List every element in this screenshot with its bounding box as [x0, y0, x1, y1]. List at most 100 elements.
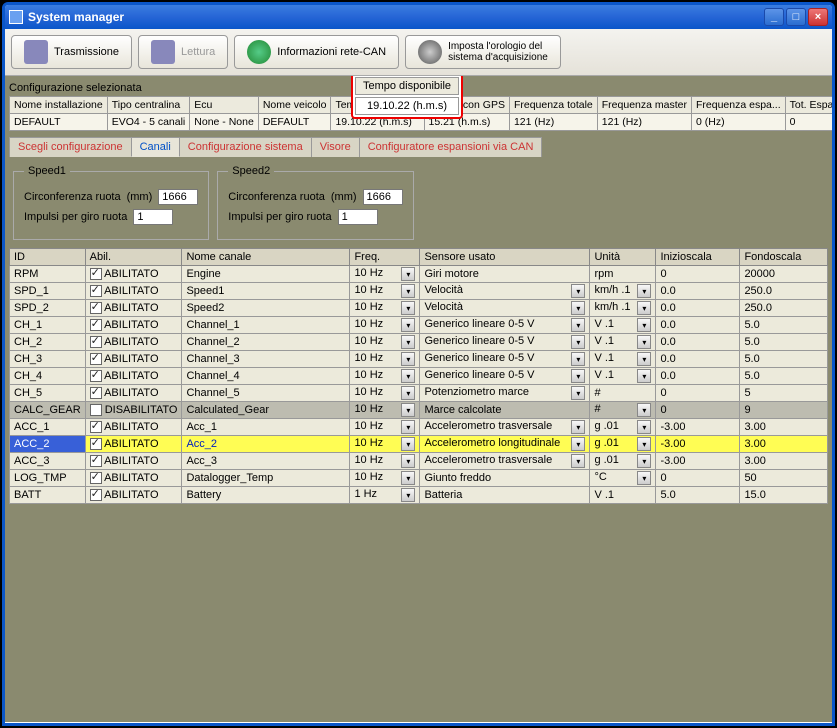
cell-name[interactable]: Channel_1: [182, 317, 350, 334]
dropdown-icon[interactable]: ▾: [571, 420, 585, 434]
cell-sensor[interactable]: Velocità▾: [420, 283, 590, 300]
dropdown-icon[interactable]: ▾: [571, 318, 585, 332]
cell-freq[interactable]: 10 Hz▾: [350, 385, 420, 402]
cell-high[interactable]: 5: [740, 385, 828, 402]
cell-freq[interactable]: 1 Hz▾: [350, 487, 420, 504]
close-button[interactable]: ×: [808, 8, 828, 26]
cell-high[interactable]: 5.0: [740, 317, 828, 334]
cell-enable[interactable]: ABILITATO: [85, 283, 182, 300]
cell-low[interactable]: 0: [656, 470, 740, 487]
grid-header[interactable]: Fondoscala: [740, 249, 828, 266]
minimize-button[interactable]: _: [764, 8, 784, 26]
dropdown-icon[interactable]: ▾: [401, 369, 415, 383]
dropdown-icon[interactable]: ▾: [637, 335, 651, 349]
cell-low[interactable]: 0.0: [656, 334, 740, 351]
cell-name[interactable]: Engine: [182, 266, 350, 283]
cell-sensor[interactable]: Velocità▾: [420, 300, 590, 317]
cell-unit[interactable]: V .1▾: [590, 368, 656, 385]
cell-high[interactable]: 3.00: [740, 419, 828, 436]
cell-enable[interactable]: ABILITATO: [85, 487, 182, 504]
cell-freq[interactable]: 10 Hz▾: [350, 283, 420, 300]
cell-sensor[interactable]: Accelerometro trasversale▾: [420, 419, 590, 436]
cell-enable[interactable]: ABILITATO: [85, 453, 182, 470]
speed1-circ-input[interactable]: [158, 189, 198, 205]
cell-freq[interactable]: 10 Hz▾: [350, 317, 420, 334]
tab-configuratore-espansioni-via-can[interactable]: Configuratore espansioni via CAN: [359, 137, 543, 157]
table-row[interactable]: ACC_2 ABILITATOAcc_210 Hz▾Accelerometro …: [10, 436, 828, 453]
enable-checkbox[interactable]: [90, 302, 102, 314]
cell-enable[interactable]: ABILITATO: [85, 436, 182, 453]
cell-freq[interactable]: 10 Hz▾: [350, 419, 420, 436]
dropdown-icon[interactable]: ▾: [637, 403, 651, 417]
cell-high[interactable]: 5.0: [740, 368, 828, 385]
cell-low[interactable]: -3.00: [656, 453, 740, 470]
dropdown-icon[interactable]: ▾: [401, 267, 415, 281]
dropdown-icon[interactable]: ▾: [637, 301, 651, 315]
cell-unit[interactable]: rpm: [590, 266, 656, 283]
enable-checkbox[interactable]: [90, 438, 102, 450]
cell-high[interactable]: 5.0: [740, 351, 828, 368]
cell-high[interactable]: 20000: [740, 266, 828, 283]
cell-name[interactable]: Speed1: [182, 283, 350, 300]
set-clock-button[interactable]: Imposta l'orologio del sistema d'acquisi…: [405, 35, 561, 69]
cell-low[interactable]: 0.0: [656, 368, 740, 385]
cell-enable[interactable]: ABILITATO: [85, 351, 182, 368]
cell-unit[interactable]: #: [590, 385, 656, 402]
enable-checkbox[interactable]: [90, 319, 102, 331]
cell-id[interactable]: LOG_TMP: [10, 470, 86, 487]
cell-id[interactable]: CH_4: [10, 368, 86, 385]
cell-enable[interactable]: ABILITATO: [85, 419, 182, 436]
cell-sensor[interactable]: Batteria: [420, 487, 590, 504]
cell-freq[interactable]: 10 Hz▾: [350, 470, 420, 487]
dropdown-icon[interactable]: ▾: [401, 386, 415, 400]
tab-visore[interactable]: Visore: [311, 137, 360, 157]
cell-freq[interactable]: 10 Hz▾: [350, 334, 420, 351]
dropdown-icon[interactable]: ▾: [637, 318, 651, 332]
cell-high[interactable]: 50: [740, 470, 828, 487]
cell-unit[interactable]: g .01▾: [590, 453, 656, 470]
cell-id[interactable]: BATT: [10, 487, 86, 504]
cell-enable[interactable]: ABILITATO: [85, 470, 182, 487]
cell-low[interactable]: 0: [656, 402, 740, 419]
can-info-button[interactable]: Informazioni rete-CAN: [234, 35, 399, 69]
cell-high[interactable]: 250.0: [740, 300, 828, 317]
cell-low[interactable]: -3.00: [656, 436, 740, 453]
cell-name[interactable]: Acc_1: [182, 419, 350, 436]
cell-id[interactable]: RPM: [10, 266, 86, 283]
table-row[interactable]: CH_3 ABILITATOChannel_310 Hz▾Generico li…: [10, 351, 828, 368]
enable-checkbox[interactable]: [90, 370, 102, 382]
enable-checkbox[interactable]: [90, 455, 102, 467]
cell-id[interactable]: ACC_3: [10, 453, 86, 470]
cell-freq[interactable]: 10 Hz▾: [350, 351, 420, 368]
enable-checkbox[interactable]: [90, 421, 102, 433]
table-row[interactable]: BATT ABILITATOBattery1 Hz▾BatteriaV .15.…: [10, 487, 828, 504]
cell-unit[interactable]: #▾: [590, 402, 656, 419]
transmit-button[interactable]: Trasmissione: [11, 35, 132, 69]
table-row[interactable]: ACC_3 ABILITATOAcc_310 Hz▾Accelerometro …: [10, 453, 828, 470]
cell-sensor[interactable]: Accelerometro trasversale▾: [420, 453, 590, 470]
dropdown-icon[interactable]: ▾: [571, 369, 585, 383]
channels-table[interactable]: IDAbil.Nome canaleFreq.Sensore usatoUnit…: [9, 248, 828, 504]
cell-low[interactable]: 0.0: [656, 351, 740, 368]
dropdown-icon[interactable]: ▾: [401, 454, 415, 468]
dropdown-icon[interactable]: ▾: [637, 437, 651, 451]
cell-sensor[interactable]: Generico lineare 0-5 V▾: [420, 334, 590, 351]
cell-low[interactable]: 5.0: [656, 487, 740, 504]
cell-id[interactable]: CH_3: [10, 351, 86, 368]
table-row[interactable]: CH_1 ABILITATOChannel_110 Hz▾Generico li…: [10, 317, 828, 334]
enable-checkbox[interactable]: [90, 387, 102, 399]
dropdown-icon[interactable]: ▾: [571, 386, 585, 400]
cell-unit[interactable]: V .1▾: [590, 334, 656, 351]
cell-id[interactable]: CALC_GEAR: [10, 402, 86, 419]
enable-checkbox[interactable]: [90, 489, 102, 501]
speed2-circ-input[interactable]: [363, 189, 403, 205]
grid-header[interactable]: Unità: [590, 249, 656, 266]
cell-name[interactable]: Acc_2: [182, 436, 350, 453]
cell-low[interactable]: 0: [656, 266, 740, 283]
dropdown-icon[interactable]: ▾: [401, 335, 415, 349]
cell-enable[interactable]: ABILITATO: [85, 368, 182, 385]
cell-id[interactable]: CH_5: [10, 385, 86, 402]
dropdown-icon[interactable]: ▾: [637, 284, 651, 298]
dropdown-icon[interactable]: ▾: [401, 352, 415, 366]
cell-name[interactable]: Channel_5: [182, 385, 350, 402]
